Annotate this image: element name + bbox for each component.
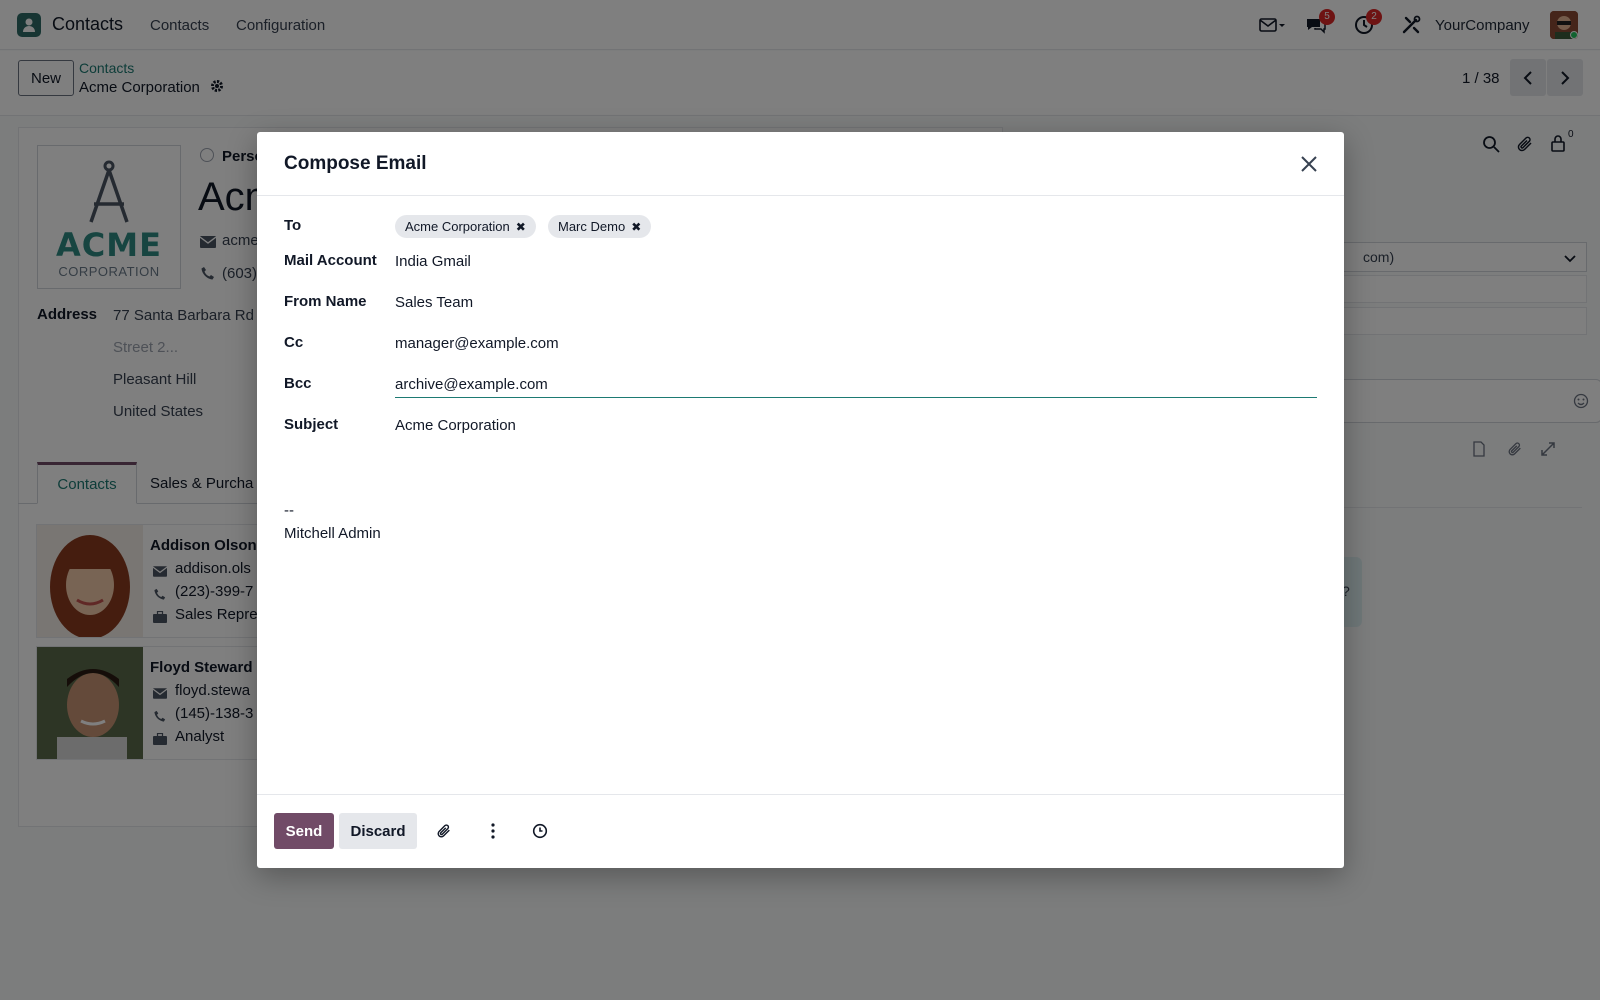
- modal-footer: Send Discard: [257, 794, 1344, 868]
- bcc-focus-underline: [395, 397, 1317, 398]
- schedule-clock-icon[interactable]: [530, 821, 550, 841]
- bcc-label: Bcc: [284, 375, 312, 392]
- more-options-icon[interactable]: [483, 821, 503, 841]
- send-button[interactable]: Send: [274, 813, 334, 849]
- subject-field[interactable]: Acme Corporation: [395, 417, 516, 434]
- close-icon[interactable]: [1297, 152, 1321, 176]
- remove-tag-icon[interactable]: ✖: [631, 220, 641, 234]
- recipient-tag: Acme Corporation ✖: [395, 215, 536, 238]
- modal-title: Compose Email: [284, 153, 427, 174]
- recipient-tag: Marc Demo ✖: [548, 215, 652, 238]
- subject-label: Subject: [284, 416, 339, 433]
- modal-header: Compose Email: [257, 132, 1344, 196]
- to-label: To: [284, 217, 302, 234]
- from-name-field[interactable]: Sales Team: [395, 294, 473, 311]
- compose-email-dialog: Compose Email To Acme Corporation ✖ Marc…: [257, 132, 1344, 868]
- recipient-tag-label: Marc Demo: [558, 219, 626, 234]
- mail-account-label: Mail Account: [284, 252, 377, 269]
- discard-button[interactable]: Discard: [339, 813, 417, 849]
- attach-file-icon[interactable]: [434, 821, 454, 841]
- from-name-label: From Name: [284, 293, 367, 310]
- signature-name: Mitchell Admin: [284, 525, 381, 542]
- cc-label: Cc: [284, 334, 304, 351]
- mail-account-field[interactable]: India Gmail: [395, 253, 471, 270]
- cc-field[interactable]: manager@example.com: [395, 335, 559, 352]
- remove-tag-icon[interactable]: ✖: [516, 220, 526, 234]
- signature-separator: --: [284, 502, 294, 519]
- email-body-editor[interactable]: -- Mitchell Admin: [284, 462, 1317, 782]
- bcc-field[interactable]: archive@example.com: [395, 376, 548, 393]
- recipient-tag-label: Acme Corporation: [405, 219, 510, 234]
